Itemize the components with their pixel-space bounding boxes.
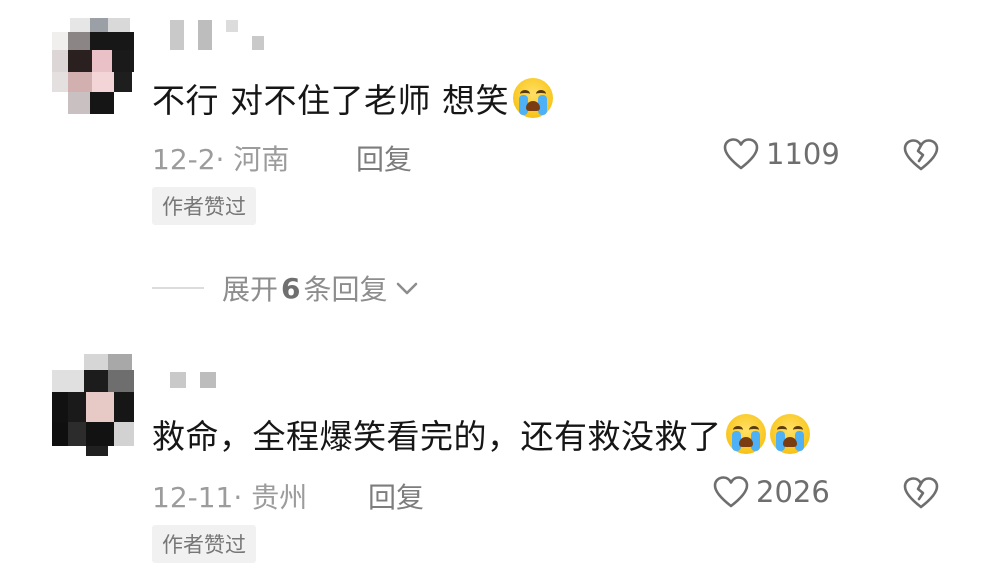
dislike-button[interactable] — [902, 138, 940, 176]
like-button[interactable]: 1109 — [722, 137, 840, 171]
divider — [152, 287, 204, 289]
username-redacted[interactable] — [170, 20, 278, 50]
loudly-crying-face-emoji — [769, 414, 810, 454]
loudly-crying-face-emoji — [725, 414, 766, 454]
avatar[interactable] — [52, 18, 136, 118]
like-button[interactable]: 2026 — [712, 475, 830, 509]
heart-outline-icon — [723, 138, 759, 170]
reply-button[interactable]: 回复 — [356, 138, 412, 178]
comment-location: 河南 — [233, 143, 290, 176]
like-count: 2026 — [756, 475, 830, 509]
broken-heart-icon — [903, 139, 939, 171]
like-count: 1109 — [766, 137, 840, 171]
comment-date: 12-2 — [152, 143, 216, 176]
expand-replies-button[interactable]: 展开 6 条回复 — [152, 268, 420, 308]
reply-button[interactable]: 回复 — [368, 476, 424, 516]
dislike-button[interactable] — [902, 476, 940, 514]
comment-meta: 12-11· 贵州 回复 — [152, 476, 952, 514]
username-redacted[interactable] — [170, 372, 230, 388]
broken-heart-icon — [903, 477, 939, 509]
heart-outline-icon — [713, 476, 749, 508]
author-liked-badge: 作者赞过 — [152, 187, 256, 225]
comment-location: 贵州 — [251, 481, 308, 514]
avatar[interactable] — [52, 354, 136, 456]
comment-text: 不行 对不住了老师 想笑 — [152, 74, 553, 122]
author-liked-badge: 作者赞过 — [152, 525, 256, 563]
chevron-down-icon — [396, 282, 417, 295]
loudly-crying-face-emoji — [512, 78, 553, 118]
comment-text: 救命，全程爆笑看完的，还有救没救了 — [152, 410, 810, 458]
comment-date: 12-11 — [152, 481, 234, 514]
